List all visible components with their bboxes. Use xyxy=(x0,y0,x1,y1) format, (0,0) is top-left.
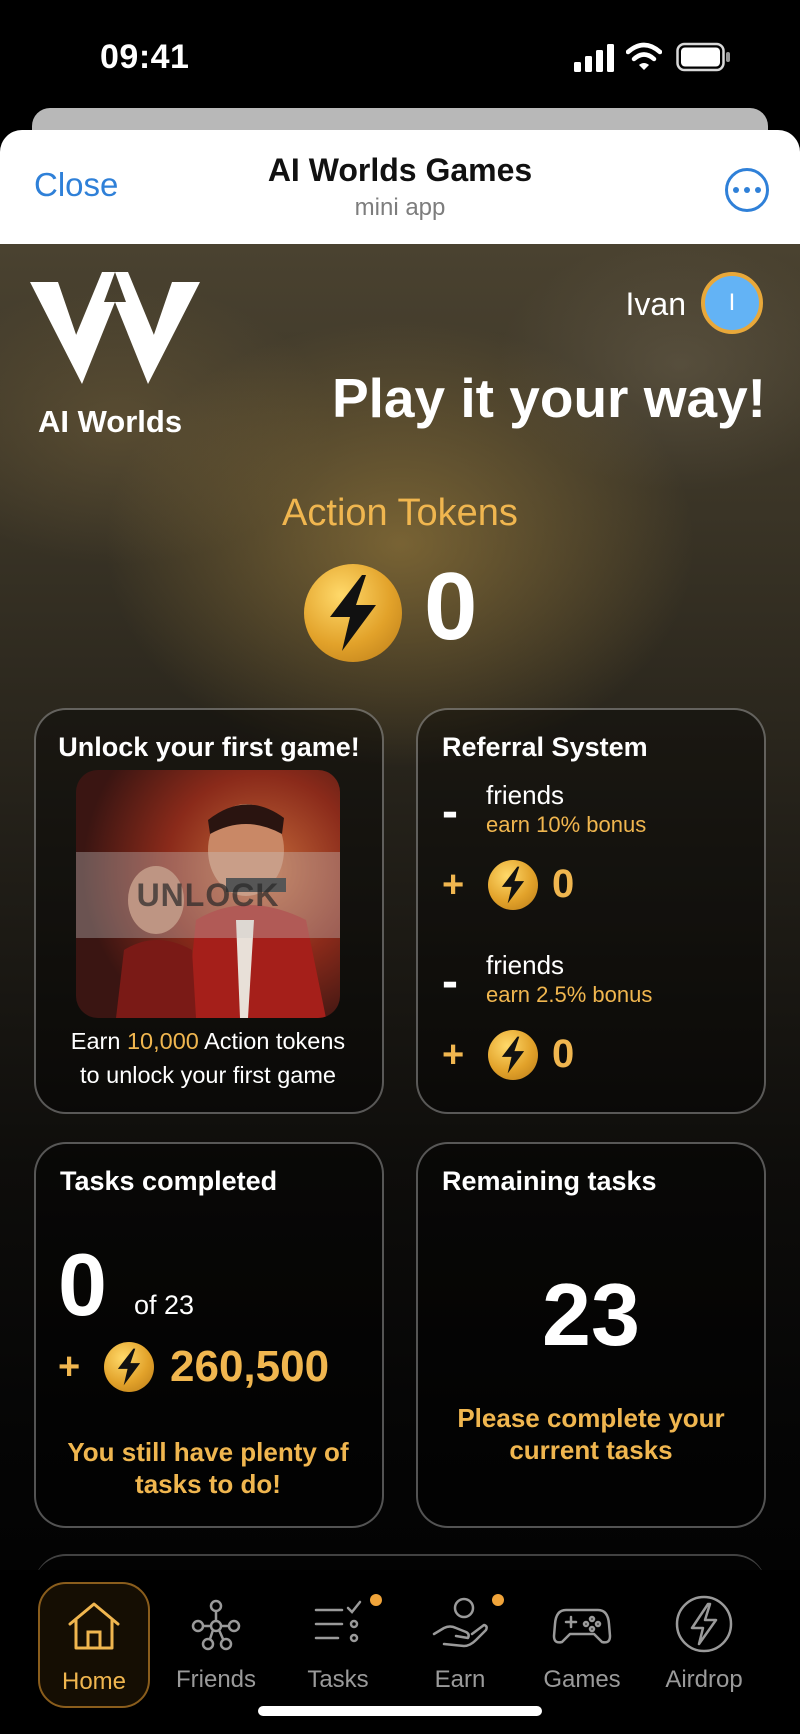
remaining-message: Please complete your current tasks xyxy=(457,1403,725,1465)
headline: Play it your way! xyxy=(331,367,766,429)
friends-label: friends xyxy=(486,950,565,980)
tab-games[interactable]: Games xyxy=(526,1582,638,1708)
earn-line2: to unlock your first game xyxy=(80,1062,336,1088)
tab-airdrop[interactable]: Airdrop xyxy=(648,1582,760,1708)
action-token-icon xyxy=(104,1342,154,1392)
network-icon xyxy=(191,1599,241,1651)
gamepad-icon xyxy=(552,1608,612,1644)
more-options-button[interactable] xyxy=(725,168,769,212)
signal-icon xyxy=(574,44,614,72)
action-token-icon xyxy=(488,860,538,910)
user-name: Ivan xyxy=(625,286,686,322)
friends-label: friends xyxy=(486,780,565,810)
dot-icon xyxy=(744,187,750,193)
tab-label: Games xyxy=(543,1666,621,1693)
checklist-icon xyxy=(314,1600,362,1643)
unlock-description: Earn 10,000 Action tokens to unlock your… xyxy=(40,1024,376,1092)
tasks-reward: 260,500 xyxy=(170,1342,330,1391)
tab-label: Earn xyxy=(434,1666,486,1693)
app-subtitle: mini app xyxy=(354,194,446,221)
bonus-label: earn 10% bonus xyxy=(486,812,647,837)
avatar[interactable]: I xyxy=(701,272,763,334)
earn-amount: 10,000 xyxy=(126,1028,199,1054)
referral-count: - xyxy=(442,955,458,1008)
tab-friends[interactable]: Friends xyxy=(160,1582,272,1708)
tasks-message: You still have plenty of tasks to do! xyxy=(67,1437,349,1499)
logo-text: AI Worlds xyxy=(38,404,183,439)
card-title: Remaining tasks xyxy=(442,1166,657,1196)
action-token-icon xyxy=(488,1030,538,1080)
home-icon xyxy=(68,1602,120,1650)
plus-sign: + xyxy=(442,1034,465,1076)
lightning-icon xyxy=(675,1595,733,1653)
home-indicator[interactable] xyxy=(258,1706,542,1716)
tab-label: Tasks xyxy=(307,1666,369,1693)
card-title: Unlock your first game! xyxy=(58,732,360,762)
plus-sign: + xyxy=(58,1346,81,1388)
app-title: AI Worlds Games xyxy=(267,152,533,188)
card-title: Referral System xyxy=(442,732,648,762)
earn-suffix: Action tokens xyxy=(198,1028,346,1054)
battery-icon xyxy=(676,42,730,72)
plus-sign: + xyxy=(442,864,465,906)
status-time: 09:41 xyxy=(100,38,190,76)
wifi-icon xyxy=(626,42,662,70)
hand-coin-icon xyxy=(432,1597,488,1648)
tokens-label: Action Tokens xyxy=(282,492,518,534)
notification-badge xyxy=(492,1594,504,1606)
remaining-tasks-value: 23 xyxy=(542,1265,640,1364)
tab-home[interactable]: Home xyxy=(38,1582,150,1708)
bonus-label: earn 2.5% bonus xyxy=(486,982,653,1007)
dot-icon xyxy=(755,187,761,193)
card-title: Tasks completed xyxy=(60,1166,278,1196)
referral-value: 0 xyxy=(552,1032,575,1076)
tasks-completed-value: 0 xyxy=(58,1235,107,1334)
tab-label: Friends xyxy=(175,1666,257,1693)
tasks-total: of 23 xyxy=(134,1290,195,1320)
referral-card[interactable] xyxy=(416,708,766,1114)
notification-badge xyxy=(370,1594,382,1606)
tab-label: Home xyxy=(61,1668,127,1695)
earn-prefix: Earn xyxy=(70,1028,127,1054)
dot-icon xyxy=(733,187,739,193)
tokens-value: 0 xyxy=(424,553,478,660)
action-token-icon xyxy=(304,564,402,662)
referral-count: - xyxy=(442,785,458,838)
tab-label: Airdrop xyxy=(665,1666,743,1693)
ai-worlds-logo-icon xyxy=(30,272,200,384)
referral-value: 0 xyxy=(552,862,575,906)
unlock-overlay[interactable]: UNLOCK xyxy=(76,852,340,938)
